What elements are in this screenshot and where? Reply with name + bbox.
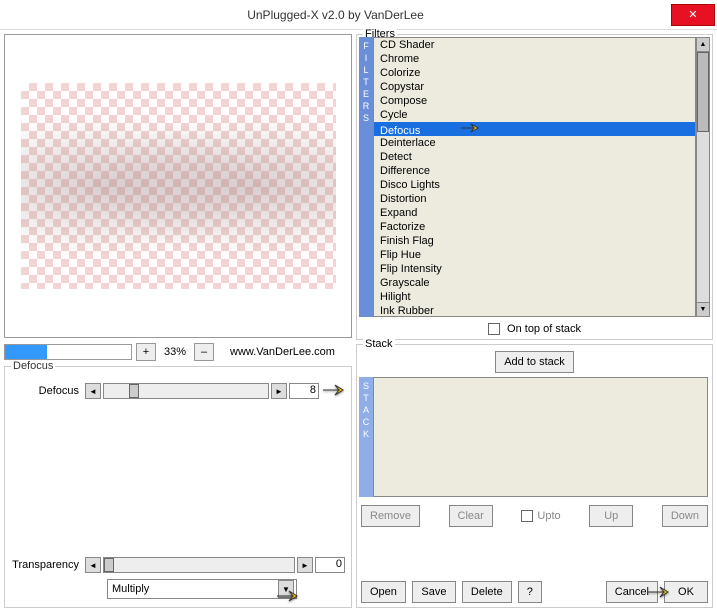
- blend-mode-value: Multiply: [112, 583, 149, 595]
- filter-item[interactable]: Defocus: [374, 122, 695, 136]
- scroll-thumb[interactable]: [697, 52, 709, 132]
- blend-mode-dropdown[interactable]: Multiply: [107, 579, 297, 599]
- defocus-label: Defocus: [11, 385, 83, 397]
- filter-item[interactable]: Copystar: [374, 80, 695, 94]
- clear-button[interactable]: Clear: [449, 505, 493, 527]
- filter-item[interactable]: Difference: [374, 164, 695, 178]
- save-button[interactable]: Save: [412, 581, 456, 603]
- defocus-slider[interactable]: [103, 383, 269, 399]
- transparency-inc-button[interactable]: ►: [297, 557, 313, 573]
- filter-item[interactable]: CD Shader: [374, 38, 695, 52]
- filter-item[interactable]: Disco Lights: [374, 178, 695, 192]
- stack-panel: Stack Add to stack STACK Remove Clear Up…: [356, 344, 713, 608]
- filters-list[interactable]: CD ShaderChromeColorizeCopystarComposeCy…: [373, 37, 696, 317]
- defocus-legend: Defocus: [11, 360, 55, 372]
- transparency-value[interactable]: 0: [315, 557, 345, 573]
- filter-item[interactable]: Flip Intensity: [374, 262, 695, 276]
- ok-button[interactable]: OK: [664, 581, 708, 603]
- zoom-out-button[interactable]: –: [194, 343, 214, 361]
- stack-legend: Stack: [363, 338, 395, 350]
- filter-item[interactable]: Deinterlace: [374, 136, 695, 150]
- upto-checkbox[interactable]: [521, 510, 533, 522]
- defocus-inc-button[interactable]: ►: [271, 383, 287, 399]
- filter-item[interactable]: Colorize: [374, 66, 695, 80]
- on-top-checkbox[interactable]: [488, 323, 500, 335]
- down-button[interactable]: Down: [662, 505, 708, 527]
- filter-item[interactable]: Chrome: [374, 52, 695, 66]
- on-top-row: On top of stack: [357, 323, 712, 335]
- scroll-down-button[interactable]: ▼: [697, 302, 709, 316]
- defocus-dec-button[interactable]: ◄: [85, 383, 101, 399]
- stack-list[interactable]: [373, 377, 708, 497]
- filters-panel: Filters FILTERS CD ShaderChromeColorizeC…: [356, 34, 713, 340]
- filter-item[interactable]: Factorize: [374, 220, 695, 234]
- filter-item[interactable]: Hilight: [374, 290, 695, 304]
- filter-item[interactable]: Distortion: [374, 192, 695, 206]
- up-button[interactable]: Up: [589, 505, 633, 527]
- stack-tab[interactable]: STACK: [359, 377, 373, 497]
- cursor-icon: [460, 125, 480, 137]
- zoom-bar[interactable]: [4, 344, 132, 360]
- on-top-label: On top of stack: [507, 323, 581, 335]
- remove-button[interactable]: Remove: [361, 505, 420, 527]
- delete-button[interactable]: Delete: [462, 581, 512, 603]
- filters-scrollbar[interactable]: ▲ ▼: [696, 37, 710, 317]
- transparency-label: Transparency: [11, 559, 83, 571]
- scroll-up-button[interactable]: ▲: [697, 38, 709, 52]
- preview-image[interactable]: [21, 83, 336, 289]
- vendor-link[interactable]: www.VanDerLee.com: [230, 346, 335, 358]
- help-button[interactable]: ?: [518, 581, 542, 603]
- filter-item[interactable]: Detect: [374, 150, 695, 164]
- transparency-dec-button[interactable]: ◄: [85, 557, 101, 573]
- transparency-slider[interactable]: [103, 557, 295, 573]
- titlebar: UnPlugged-X v2.0 by VanDerLee ✕: [0, 0, 717, 30]
- cancel-button[interactable]: Cancel: [606, 581, 658, 603]
- filters-tab[interactable]: FILTERS: [359, 37, 373, 317]
- add-to-stack-button[interactable]: Add to stack: [495, 351, 574, 373]
- zoom-percent: 33%: [160, 346, 190, 358]
- zoom-in-button[interactable]: +: [136, 343, 156, 361]
- preview-panel: [4, 34, 352, 338]
- filter-item[interactable]: Grayscale: [374, 276, 695, 290]
- cursor-icon: [321, 381, 345, 401]
- window-title: UnPlugged-X v2.0 by VanDerLee: [0, 8, 671, 22]
- defocus-value[interactable]: 8: [289, 383, 319, 399]
- close-button[interactable]: ✕: [671, 4, 715, 26]
- filter-item[interactable]: Compose: [374, 94, 695, 108]
- filter-item[interactable]: Cycle: [374, 108, 695, 122]
- upto-label: Upto: [537, 510, 560, 522]
- filter-item[interactable]: Finish Flag: [374, 234, 695, 248]
- filter-item[interactable]: Expand: [374, 206, 695, 220]
- filter-item[interactable]: Ink Rubber: [374, 304, 695, 317]
- filter-item[interactable]: Flip Hue: [374, 248, 695, 262]
- open-button[interactable]: Open: [361, 581, 406, 603]
